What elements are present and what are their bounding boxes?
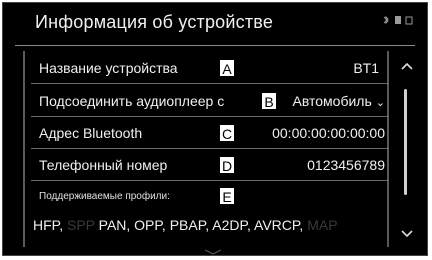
bluetooth-address-value: 00:00:00:00:00:00: [272, 125, 385, 141]
connect-audio-value: Автомобиль: [292, 93, 372, 109]
scroll-thumb[interactable]: [404, 89, 407, 195]
callout-tag-a: A: [219, 59, 235, 77]
phone-number-value: 0123456789: [307, 157, 385, 173]
row-divider: [31, 116, 389, 117]
profile-group: PAN, OPP, PBAP, A2DP, AVRCP,: [98, 217, 304, 233]
chevron-down-icon: ⌄: [375, 97, 385, 109]
scroll-up-icon[interactable]: [399, 59, 415, 75]
screen-title: Информация об устройстве: [35, 12, 274, 32]
callout-tag-c: C: [219, 124, 235, 142]
bluetooth-address-label: Адрес Bluetooth: [39, 125, 143, 141]
profiles-list: HFP, SPP PAN, OPP, PBAP, A2DP, AVRCP, MA…: [33, 217, 338, 233]
row-bluetooth-address: Адрес Bluetooth C 00:00:00:00:00:00: [29, 121, 389, 145]
device-name-label: Название устройства: [39, 60, 178, 76]
callout-tag-e: E: [219, 187, 235, 205]
status-bar: [381, 15, 413, 28]
bluetooth-muted-icon: [381, 15, 391, 28]
profile-hfp: HFP,: [33, 217, 64, 233]
phone-icon: [394, 15, 402, 28]
row-divider: [31, 180, 389, 181]
row-phone-number: Телефонный номер D 0123456789: [29, 153, 389, 177]
connect-audio-label: Подсоединить аудиоплеер с: [39, 93, 225, 109]
device-info-screen: Информация об устройстве Название устрой…: [2, 2, 428, 256]
callout-tag-b: B: [261, 92, 277, 110]
device-name-value: BT1: [353, 60, 379, 76]
scroll-down-icon[interactable]: [399, 227, 415, 243]
more-below-icon: [203, 247, 223, 259]
profile-spp-dimmed: SPP: [66, 217, 95, 233]
row-divider: [31, 148, 389, 149]
scrollbar[interactable]: [397, 59, 419, 255]
phone-number-label: Телефонный номер: [39, 157, 168, 173]
supported-profiles-label: Поддерживаемые профили:: [39, 190, 170, 202]
profile-map-dimmed: MAP: [307, 217, 338, 233]
callout-tag-d: D: [219, 156, 235, 174]
row-connect-audio-player[interactable]: Подсоединить аудиоплеер с B Автомобиль ⌄: [29, 89, 389, 113]
row-divider: [31, 83, 389, 84]
row-supported-profiles: Поддерживаемые профили: E: [29, 184, 389, 208]
title-divider: [15, 45, 415, 46]
connect-audio-dropdown[interactable]: Автомобиль ⌄: [293, 93, 385, 109]
battery-icon: [405, 15, 413, 28]
row-device-name[interactable]: Название устройства A BT1: [29, 56, 389, 80]
